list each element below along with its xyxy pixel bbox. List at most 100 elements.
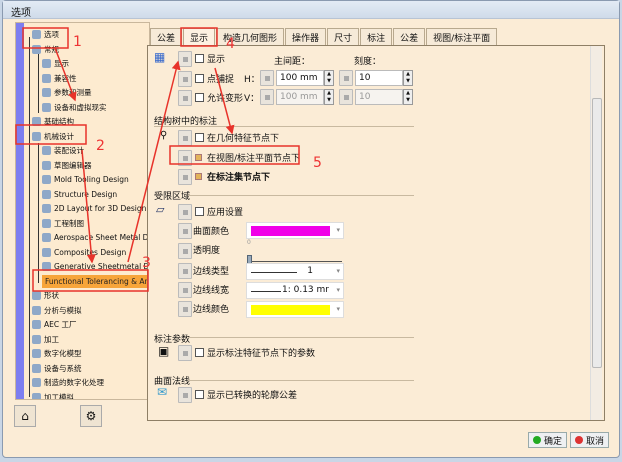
lock-icon[interactable] bbox=[178, 90, 192, 106]
tab[interactable]: 尺寸 bbox=[327, 28, 360, 45]
ok-button[interactable]: 确定 bbox=[528, 432, 568, 448]
chevron-down-icon: ▾ bbox=[336, 267, 340, 275]
show-grid-checkbox[interactable] bbox=[195, 54, 204, 63]
tree-item[interactable]: 2D Layout for 3D Design bbox=[42, 202, 146, 215]
apply-settings-checkbox[interactable] bbox=[195, 207, 204, 216]
h-spacing-spinner[interactable]: ▲ ▼ bbox=[324, 70, 334, 86]
h-graduation-input[interactable]: 10 bbox=[355, 70, 403, 86]
tree-item[interactable]: Composites Design bbox=[42, 246, 126, 259]
show-params-checkbox[interactable] bbox=[195, 348, 204, 357]
tab[interactable]: 公差 bbox=[150, 28, 183, 45]
under-view-label: 在视图/标注平面节点下 bbox=[207, 154, 301, 164]
tab[interactable]: 视图/标注平面 bbox=[426, 28, 498, 45]
tree-item[interactable]: 装配设计 bbox=[42, 144, 84, 157]
h-spacing-input[interactable]: 100 mm bbox=[276, 70, 324, 86]
scrollbar-thumb[interactable] bbox=[592, 98, 602, 368]
show-profile-tolerance-checkbox[interactable] bbox=[195, 390, 204, 399]
lock-icon[interactable] bbox=[178, 301, 192, 317]
tree-item[interactable]: 参数和测量 bbox=[42, 86, 92, 99]
tree-node-icon bbox=[32, 44, 41, 54]
tree-item[interactable]: Mold Tooling Design bbox=[42, 173, 129, 186]
tree-item[interactable]: AEC 工厂 bbox=[32, 318, 77, 331]
v-graduation-input[interactable]: 10 bbox=[355, 89, 403, 105]
distort-checkbox[interactable] bbox=[195, 93, 204, 102]
edge-type-dropdown[interactable]: 1 ▾ bbox=[246, 263, 344, 280]
lock-icon[interactable] bbox=[178, 150, 192, 166]
v-spacing-spinner[interactable]: ▲ ▼ bbox=[324, 89, 334, 105]
v-spacing-input[interactable]: 100 mm bbox=[276, 89, 324, 105]
divider bbox=[188, 195, 414, 196]
tab[interactable]: 显示 bbox=[183, 28, 216, 45]
lock-icon[interactable] bbox=[178, 263, 192, 279]
tree-item-label: Functional Tolerancing & Annotation bbox=[45, 276, 150, 286]
edge-color-dropdown[interactable]: ▾ bbox=[246, 301, 344, 318]
line-sample bbox=[251, 291, 281, 292]
tree-item[interactable]: 选项 bbox=[32, 28, 59, 41]
under-view-radio[interactable] bbox=[195, 154, 202, 161]
under-set-radio[interactable] bbox=[195, 173, 202, 180]
tree-item[interactable]: 草图编辑器 bbox=[42, 159, 92, 172]
tab[interactable]: 公差 bbox=[393, 28, 426, 45]
tree-item[interactable]: Aerospace Sheet Metal Design bbox=[42, 231, 149, 244]
v-label: V： bbox=[244, 94, 260, 104]
tree-item[interactable]: Functional Tolerancing & Annotation bbox=[42, 274, 150, 288]
lock-icon[interactable] bbox=[178, 204, 192, 220]
lock-icon[interactable] bbox=[178, 243, 192, 259]
tree-node-icon bbox=[32, 363, 41, 373]
lock-icon[interactable] bbox=[178, 387, 192, 403]
lock-icon[interactable] bbox=[178, 282, 192, 298]
tree-node-icon bbox=[42, 247, 51, 257]
tree-item[interactable]: 形状 bbox=[32, 289, 59, 302]
lock-icon[interactable] bbox=[260, 70, 274, 86]
lock-icon[interactable] bbox=[260, 89, 274, 105]
h-graduation-spinner[interactable]: ▲ ▼ bbox=[403, 70, 413, 86]
lock-icon[interactable] bbox=[178, 169, 192, 185]
tree-tools-button[interactable]: ⚙ bbox=[80, 405, 102, 427]
surface-color-dropdown[interactable]: ▾ bbox=[246, 222, 344, 239]
tree-item[interactable]: 工程制图 bbox=[42, 217, 84, 230]
tree-item[interactable]: 常规 bbox=[32, 43, 59, 56]
tree-scrollbar[interactable] bbox=[16, 23, 24, 399]
tree-item[interactable]: 兼容性 bbox=[42, 72, 77, 85]
tree-item-label: 工程制图 bbox=[54, 218, 84, 228]
snap-checkbox[interactable] bbox=[195, 74, 204, 83]
edge-width-dropdown[interactable]: 1: 0.13 mr ▾ bbox=[246, 282, 344, 299]
lock-icon[interactable] bbox=[178, 51, 192, 67]
lock-icon[interactable] bbox=[339, 89, 353, 105]
lock-icon[interactable] bbox=[178, 345, 192, 361]
lock-icon[interactable] bbox=[178, 223, 192, 239]
tree-item[interactable]: 机械设计 bbox=[32, 130, 74, 143]
edge-width-value: 1: 0.13 mr bbox=[282, 285, 329, 295]
edge-color-label: 边线颜色 bbox=[193, 305, 230, 315]
tree-item[interactable]: 加工模拟 bbox=[32, 391, 74, 399]
tree-item[interactable]: Generative Sheetmetal Design bbox=[42, 260, 149, 273]
tree-item[interactable]: 加工 bbox=[32, 333, 59, 346]
annotation-number-5: 5 bbox=[313, 155, 322, 171]
under-geometry-checkbox[interactable] bbox=[195, 133, 204, 142]
tree-item[interactable]: Structure Design bbox=[42, 188, 117, 201]
tree-item[interactable]: 设备与系统 bbox=[32, 362, 82, 375]
v-graduation-spinner[interactable]: ▲ ▼ bbox=[403, 89, 413, 105]
surface-color-label: 曲面颜色 bbox=[193, 227, 230, 237]
tree-item[interactable]: 制造的数字化处理 bbox=[32, 376, 104, 389]
lock-icon[interactable] bbox=[339, 70, 353, 86]
panel-scrollbar[interactable] bbox=[590, 46, 602, 420]
edge-color-swatch bbox=[251, 305, 330, 315]
cancel-button[interactable]: 取消 bbox=[570, 432, 610, 448]
tab[interactable]: 标注 bbox=[360, 28, 393, 45]
tab[interactable]: 操作器 bbox=[285, 28, 327, 45]
tree-node-icon bbox=[42, 146, 51, 155]
lock-icon[interactable] bbox=[178, 130, 192, 146]
tree-item[interactable]: 显示 bbox=[42, 57, 69, 70]
tree-item[interactable]: 设备和虚拟现实 bbox=[42, 101, 107, 114]
chevron-down-icon: ▾ bbox=[336, 226, 340, 234]
tree-item[interactable]: 分析与模拟 bbox=[32, 304, 82, 317]
tree-home-button[interactable]: ⌂ bbox=[14, 405, 36, 427]
tree-item[interactable]: 数字化模型 bbox=[32, 347, 82, 360]
tree-item[interactable]: 基础结构 bbox=[32, 115, 74, 128]
tree-line bbox=[38, 53, 39, 113]
lock-icon[interactable] bbox=[178, 71, 192, 87]
tree-node-icon bbox=[32, 30, 41, 39]
tree-item-label: 2D Layout for 3D Design bbox=[54, 204, 147, 213]
tree-line bbox=[38, 143, 39, 283]
